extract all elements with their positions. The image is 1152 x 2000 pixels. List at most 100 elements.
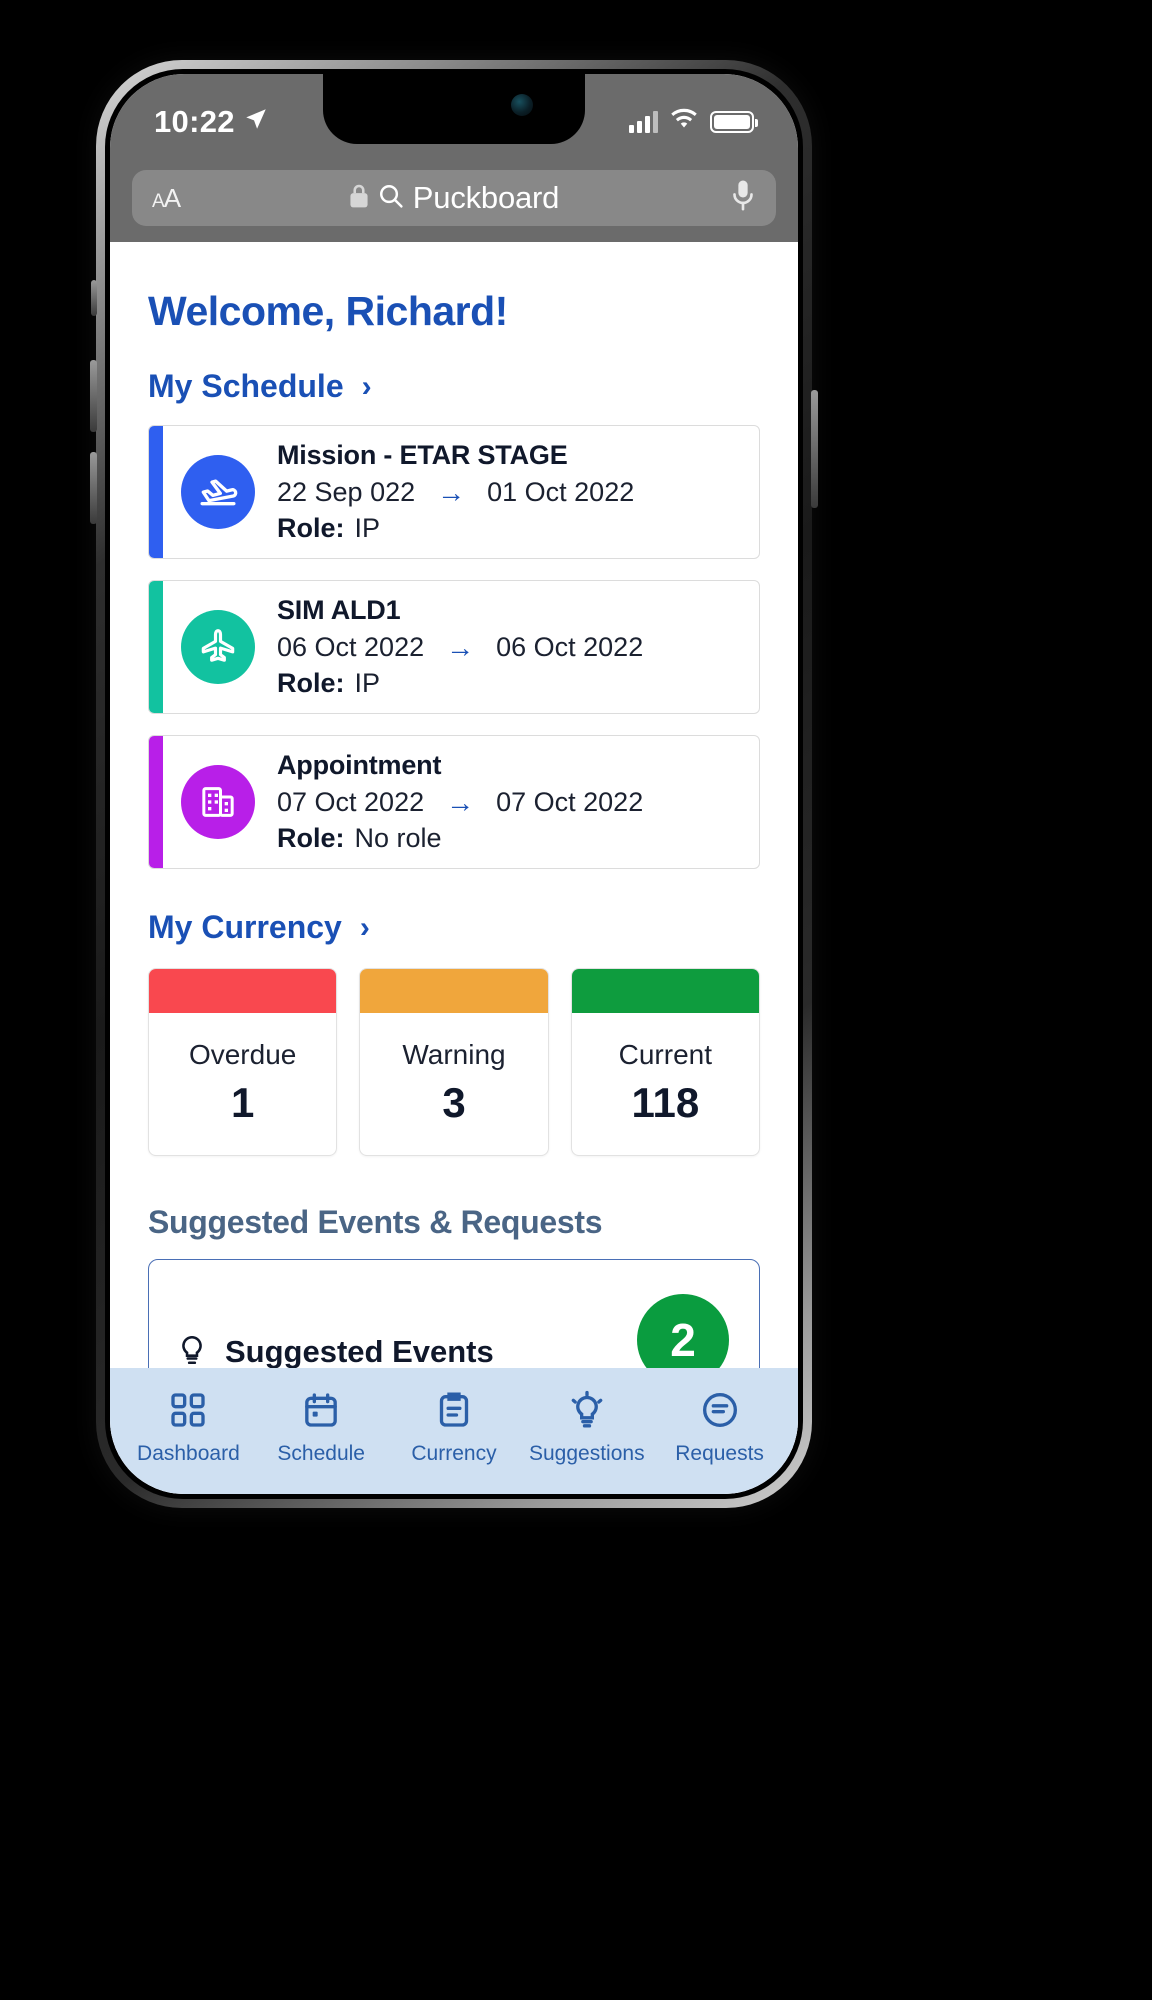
my-currency-header[interactable]: My Currency › (148, 909, 760, 946)
schedule-card-appointment[interactable]: Appointment 07 Oct 2022 → 07 Oct 2022 Ro… (148, 735, 760, 869)
card-accent-stripe (149, 736, 163, 868)
currency-color-bar (571, 969, 759, 1013)
card-title: SIM ALD1 (277, 595, 401, 625)
currency-color-bar (149, 969, 337, 1013)
browser-toolbar: AA Puckboard (110, 166, 798, 242)
tab-currency[interactable]: Currency (388, 1390, 521, 1466)
end-date: 06 Oct 2022 (496, 632, 644, 662)
power-button[interactable] (811, 390, 818, 508)
currency-value: 118 (631, 1079, 700, 1126)
schedule-card-mission[interactable]: Mission - ETAR STAGE 22 Sep 022 → 01 Oct… (148, 425, 760, 559)
role-label: Role: (277, 668, 345, 698)
lightbulb-icon (567, 1390, 607, 1435)
card-body: Appointment 07 Oct 2022 → 07 Oct 2022 Ro… (163, 736, 759, 868)
chevron-right-icon: › (361, 369, 372, 403)
role-value: IP (354, 513, 381, 543)
role-value: IP (354, 668, 381, 698)
search-icon (378, 183, 404, 214)
tab-schedule[interactable]: Schedule (255, 1390, 388, 1466)
suggested-card-content: Suggested Events (175, 1333, 494, 1372)
volume-up-button[interactable] (90, 360, 97, 432)
airplane-top-icon (181, 610, 255, 684)
phone-screen: 10:22 AA Puckboard Welcome, Richard! My … (110, 74, 798, 1494)
arrow-right-icon: → (437, 476, 466, 508)
card-text: Appointment 07 Oct 2022 → 07 Oct 2022 Ro… (277, 750, 741, 854)
location-arrow-icon (243, 104, 269, 140)
microphone-icon[interactable] (730, 179, 756, 218)
airplane-takeoff-icon (181, 455, 255, 529)
volume-down-button[interactable] (90, 452, 97, 524)
arrow-right-icon: → (446, 631, 475, 663)
arrow-right-icon: → (446, 786, 475, 818)
lock-icon (349, 183, 369, 214)
calendar-icon (301, 1390, 341, 1435)
my-schedule-label: My Schedule (148, 368, 344, 404)
tab-label: Requests (675, 1442, 764, 1465)
lightbulb-icon (175, 1333, 209, 1372)
text-size-button[interactable]: AA (152, 183, 181, 214)
card-accent-stripe (149, 426, 163, 558)
address-bar-content: Puckboard (132, 180, 776, 216)
card-body: Mission - ETAR STAGE 22 Sep 022 → 01 Oct… (163, 426, 759, 558)
grid-icon (168, 1390, 208, 1435)
clock-time: 10:22 (154, 104, 235, 139)
currency-value: 1 (230, 1079, 255, 1126)
screenshot-stage: 10:22 AA Puckboard Welcome, Richard! My … (0, 0, 1152, 2000)
tab-label: Suggestions (528, 1442, 645, 1465)
currency-label: Overdue (188, 1039, 297, 1070)
card-dates: 22 Sep 022 → 01 Oct 2022 (277, 477, 741, 508)
mute-switch[interactable] (91, 280, 97, 316)
notch (323, 74, 585, 144)
cellular-signal-icon (629, 111, 658, 133)
status-bar: 10:22 (110, 74, 798, 166)
card-title: Mission - ETAR STAGE (277, 440, 568, 470)
clipboard-icon (434, 1390, 474, 1435)
building-icon (181, 765, 255, 839)
suggested-events-header: Suggested Events & Requests (148, 1204, 603, 1240)
currency-label: Current (618, 1039, 712, 1070)
tab-label: Currency (411, 1442, 497, 1465)
role-label: Role: (277, 823, 345, 853)
card-body: SIM ALD1 06 Oct 2022 → 06 Oct 2022 Role:… (163, 581, 759, 713)
wifi-icon (669, 108, 699, 136)
card-text: Mission - ETAR STAGE 22 Sep 022 → 01 Oct… (277, 440, 741, 544)
card-dates: 06 Oct 2022 → 06 Oct 2022 (277, 632, 741, 663)
currency-card-current[interactable]: Current 118 (570, 968, 760, 1156)
currency-label: Warning (402, 1039, 506, 1070)
start-date: 06 Oct 2022 (277, 632, 425, 662)
tab-dashboard[interactable]: Dashboard (122, 1390, 255, 1466)
message-icon (700, 1390, 740, 1435)
currency-card-warning[interactable]: Warning 3 (359, 968, 549, 1156)
suggested-card-title: Suggested Events (225, 1334, 494, 1369)
currency-card-overdue[interactable]: Overdue 1 (148, 968, 338, 1156)
end-date: 07 Oct 2022 (496, 787, 644, 817)
status-indicators (629, 104, 758, 136)
app-content: Welcome, Richard! My Schedule › Mission … (110, 242, 798, 1494)
my-schedule-header[interactable]: My Schedule › (148, 368, 760, 405)
address-bar[interactable]: AA Puckboard (132, 170, 776, 226)
front-camera (511, 94, 533, 116)
tab-label: Schedule (277, 1442, 365, 1465)
card-role: Role: No role (277, 823, 741, 854)
tab-label: Dashboard (137, 1442, 240, 1465)
tab-requests[interactable]: Requests (653, 1390, 786, 1466)
tab-suggestions[interactable]: Suggestions (520, 1390, 653, 1466)
address-bar-text: Puckboard (412, 180, 560, 215)
schedule-card-sim[interactable]: SIM ALD1 06 Oct 2022 → 06 Oct 2022 Role:… (148, 580, 760, 714)
card-text: SIM ALD1 06 Oct 2022 → 06 Oct 2022 Role:… (277, 595, 741, 699)
currency-value: 3 (442, 1079, 466, 1126)
card-dates: 07 Oct 2022 → 07 Oct 2022 (277, 787, 741, 818)
currency-summary: Overdue 1 Warning 3 Current 118 (148, 968, 760, 1156)
page-title: Welcome, Richard! (148, 288, 508, 334)
phone-bezel: 10:22 AA Puckboard Welcome, Richard! My … (105, 69, 803, 1499)
my-currency-label: My Currency (148, 909, 342, 945)
bottom-tab-bar: Dashboard Schedule Currency Suggestions … (110, 1368, 798, 1494)
start-date: 07 Oct 2022 (277, 787, 425, 817)
card-accent-stripe (149, 581, 163, 713)
status-clock: 10:22 (154, 104, 269, 140)
card-role: Role: IP (277, 668, 741, 699)
phone-frame: 10:22 AA Puckboard Welcome, Richard! My … (90, 60, 818, 1508)
role-label: Role: (277, 513, 345, 543)
start-date: 22 Sep 022 (277, 477, 416, 507)
schedule-list: Mission - ETAR STAGE 22 Sep 022 → 01 Oct… (148, 425, 760, 869)
